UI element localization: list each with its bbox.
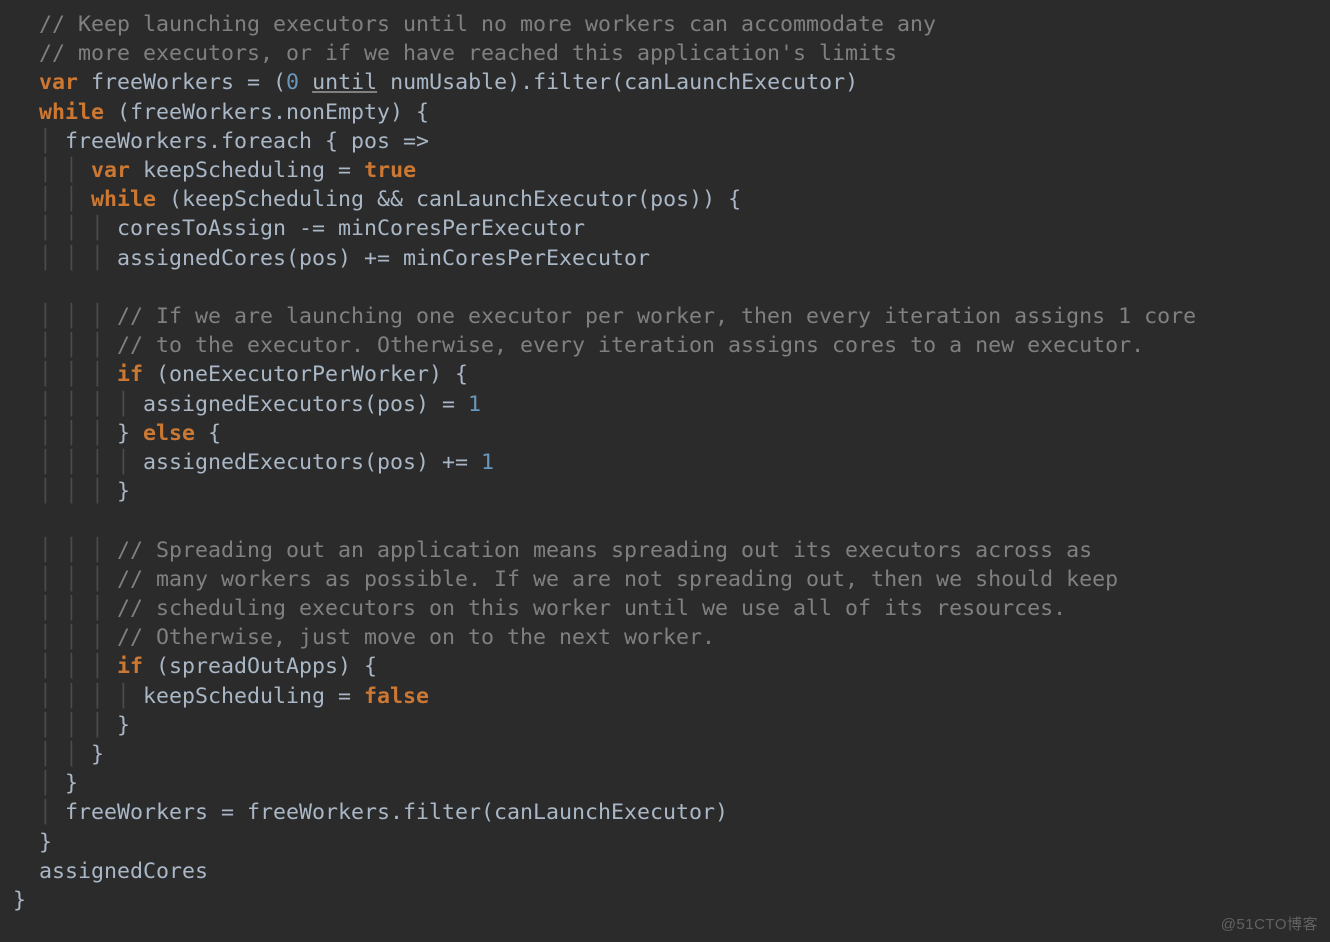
code-token: │ │ │ │: [39, 684, 143, 709]
code-token: else: [143, 421, 195, 446]
code-token: // If we are launching one executor per …: [117, 304, 1196, 329]
code-token: │ │: [39, 158, 91, 183]
code-token: │ │ │: [39, 362, 117, 387]
code-token: false: [364, 684, 429, 709]
code-token: 0: [286, 70, 299, 95]
code-token: │ │ │: [39, 654, 117, 679]
code-token: │ │ │ │: [39, 450, 143, 475]
code-token: │ │: [39, 742, 91, 767]
code-token: var: [39, 70, 78, 95]
code-token: │ │ │: [39, 333, 117, 358]
code-token: │ │: [39, 187, 91, 212]
code-token: │ │ │: [39, 625, 117, 650]
code-token: var: [91, 158, 130, 183]
code-token: if: [117, 362, 143, 387]
code-token: │: [39, 129, 65, 154]
code-token: // Keep launching executors until no mor…: [39, 12, 936, 37]
watermark-text: @51CTO博客: [1221, 913, 1318, 934]
code-token: until: [312, 70, 377, 95]
code-token: // Spreading out an application means sp…: [117, 538, 1092, 563]
code-token: │ │ │: [39, 246, 117, 271]
code-token: // to the executor. Otherwise, every ite…: [117, 333, 1144, 358]
code-token: │ │ │: [39, 567, 117, 592]
code-token: // Otherwise, just move on to the next w…: [117, 625, 715, 650]
code-token: │ │ │: [39, 304, 117, 329]
code-token: // many workers as possible. If we are n…: [117, 567, 1118, 592]
code-token: 1: [468, 392, 481, 417]
code-token: │ │ │ │: [39, 392, 143, 417]
code-token: │ │ │: [39, 421, 117, 446]
code-token: │ │ │: [39, 538, 117, 563]
code-token: // more executors, or if we have reached…: [39, 41, 897, 66]
code-token: // scheduling executors on this worker u…: [117, 596, 1066, 621]
code-token: │: [39, 800, 65, 825]
code-token: while: [39, 100, 104, 125]
code-token: │: [39, 771, 65, 796]
code-token: │ │ │: [39, 216, 117, 241]
code-token: │ │ │: [39, 479, 117, 504]
code-token: true: [364, 158, 416, 183]
code-token: │ │ │: [39, 596, 117, 621]
code-token: if: [117, 654, 143, 679]
code-token: while: [91, 187, 156, 212]
code-token: 1: [481, 450, 494, 475]
code-token: │ │ │: [39, 713, 117, 738]
code-editor-content[interactable]: // Keep launching executors until no mor…: [0, 0, 1330, 915]
